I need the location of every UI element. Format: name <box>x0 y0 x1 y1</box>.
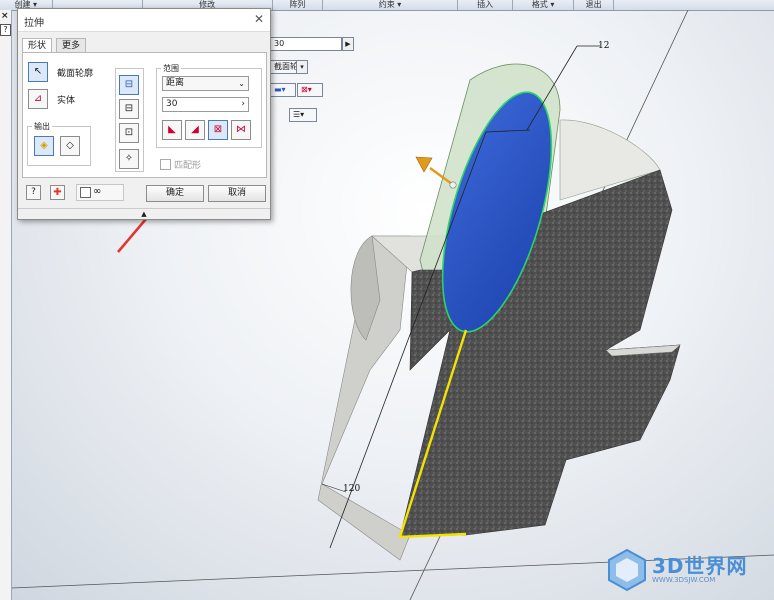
direction-arrow-knob[interactable] <box>449 181 457 189</box>
solid-select-icon: ⊿ <box>33 93 43 104</box>
mini-profile-arrow[interactable]: ▾ <box>296 60 308 74</box>
new-solid-button[interactable]: ✧ <box>119 149 139 169</box>
mini-profile-label: 截面轮廓 <box>274 62 298 71</box>
watermark-logo-icon <box>608 548 646 592</box>
glasses-icon: ∞ <box>93 186 102 197</box>
range-group: 范围 距离 ⌄ 30 › ◣ ◢ ⊠ ⋈ <box>156 63 262 148</box>
dim-left-text: 120 <box>343 484 360 494</box>
direction-1-icon: ◣ <box>168 124 176 135</box>
mini-distance-value: 30 <box>274 39 285 48</box>
help-icon[interactable]: ? <box>0 24 11 36</box>
watermark-brand: 3D世界网 <box>652 554 748 578</box>
profile-select-button[interactable]: ↖ <box>28 62 48 82</box>
intersect-icon: ⊡ <box>124 127 134 138</box>
range-type-value: 距离 <box>166 78 185 88</box>
profile-label: 截面轮廓 <box>57 69 94 79</box>
tab-more[interactable]: 更多 <box>56 38 87 53</box>
cursor-arrow-icon: ↖ <box>33 66 43 77</box>
ribbon-exit[interactable]: 退出 <box>574 0 615 10</box>
direction-arrow-head[interactable] <box>415 156 433 173</box>
expand-toggle[interactable]: ▲ <box>18 208 270 219</box>
ribbon-filler <box>614 0 774 10</box>
match-shape-checkbox[interactable] <box>160 159 171 170</box>
join-button[interactable]: ⊟ <box>119 75 139 95</box>
distance-value: 30 <box>166 99 178 109</box>
close-icon[interactable]: ✕ <box>254 12 264 26</box>
mini-options-button[interactable]: ☰▾ <box>289 108 317 122</box>
close-icon[interactable]: × <box>1 11 9 21</box>
range-type-select[interactable]: 距离 ⌄ <box>162 76 249 91</box>
tab-shape-label: 形状 <box>28 41 47 51</box>
asymmetric-button[interactable]: ⋈ <box>231 120 251 140</box>
tab-more-label: 更多 <box>62 41 81 51</box>
solid-select-button[interactable]: ⊿ <box>28 89 48 109</box>
ribbon-format[interactable]: 格式 ▾ <box>513 0 574 10</box>
join-icon: ⊟ <box>124 79 134 90</box>
symmetric-icon: ⊠ <box>213 124 223 135</box>
extrude-dialog: 拉伸 ✕ 形状 更多 ↖ 截面轮廓 ⊿ 实体 输出 ◈ ◇ ⊟ ⊟ ⊡ ✧ 范围… <box>17 8 271 220</box>
chevron-down-icon: ⌄ <box>238 79 245 88</box>
cancel-label: 取消 <box>227 188 246 198</box>
solid-cube-icon: ◈ <box>40 140 48 151</box>
tab-body: ↖ 截面轮廓 ⊿ 实体 输出 ◈ ◇ ⊟ ⊟ ⊡ ✧ 范围 距离 ⌄ 30 › <box>22 52 267 178</box>
help-icon[interactable]: ? <box>26 185 41 200</box>
ok-label: 确定 <box>165 188 184 198</box>
match-shape-label: 匹配形 <box>174 161 202 171</box>
mini-distance-input[interactable]: 30 <box>270 37 342 51</box>
range-label: 范围 <box>161 63 181 74</box>
mini-direction-button[interactable]: ⊠▾ <box>297 83 323 97</box>
ribbon-constrain[interactable]: 约束 ▾ <box>323 0 458 10</box>
intersect-button[interactable]: ⊡ <box>119 123 139 143</box>
dialog-titlebar[interactable]: 拉伸 ✕ <box>18 9 270 32</box>
watermark: 3D世界网 WWW.3DSJW.COM <box>606 548 766 592</box>
symmetric-button[interactable]: ⊠ <box>208 120 228 140</box>
cancel-button[interactable]: 取消 <box>208 185 266 202</box>
surface-cube-icon: ◇ <box>66 140 74 151</box>
distance-input[interactable]: 30 › <box>162 97 249 112</box>
watermark-url: WWW.3DSJW.COM <box>652 576 716 584</box>
ok-button[interactable]: 确定 <box>146 185 204 202</box>
direction-2-button[interactable]: ◢ <box>185 120 205 140</box>
preview-checkbox[interactable] <box>80 187 91 198</box>
mini-output-button[interactable]: ▬▾ <box>270 83 296 97</box>
ribbon-pattern[interactable]: 阵列 <box>273 0 324 10</box>
dialog-title: 拉伸 <box>24 18 44 29</box>
output-label: 输出 <box>32 121 52 132</box>
direction-1-button[interactable]: ◣ <box>162 120 182 140</box>
solid-label: 实体 <box>57 96 76 106</box>
output-surface-button[interactable]: ◇ <box>60 136 80 156</box>
dim-top-text: 12 <box>598 41 609 51</box>
direction-2-icon: ◢ <box>191 124 199 135</box>
cut-button[interactable]: ⊟ <box>119 99 139 119</box>
cut-icon: ⊟ <box>124 103 134 114</box>
preview-toggle[interactable]: ∞ <box>76 184 124 201</box>
output-group: 输出 ◈ ◇ <box>27 121 91 166</box>
chevron-right-icon: › <box>241 99 245 109</box>
operation-group: ⊟ ⊟ ⊡ ✧ <box>115 68 144 172</box>
browser-panel: × ? <box>0 10 12 600</box>
new-solid-icon: ✧ <box>124 153 134 164</box>
add-icon[interactable]: ✚ <box>50 185 65 200</box>
mini-distance-arrow[interactable]: ▶ <box>342 37 354 51</box>
output-solid-button[interactable]: ◈ <box>34 136 54 156</box>
ribbon-insert[interactable]: 插入 <box>458 0 514 10</box>
asymmetric-icon: ⋈ <box>236 124 246 135</box>
